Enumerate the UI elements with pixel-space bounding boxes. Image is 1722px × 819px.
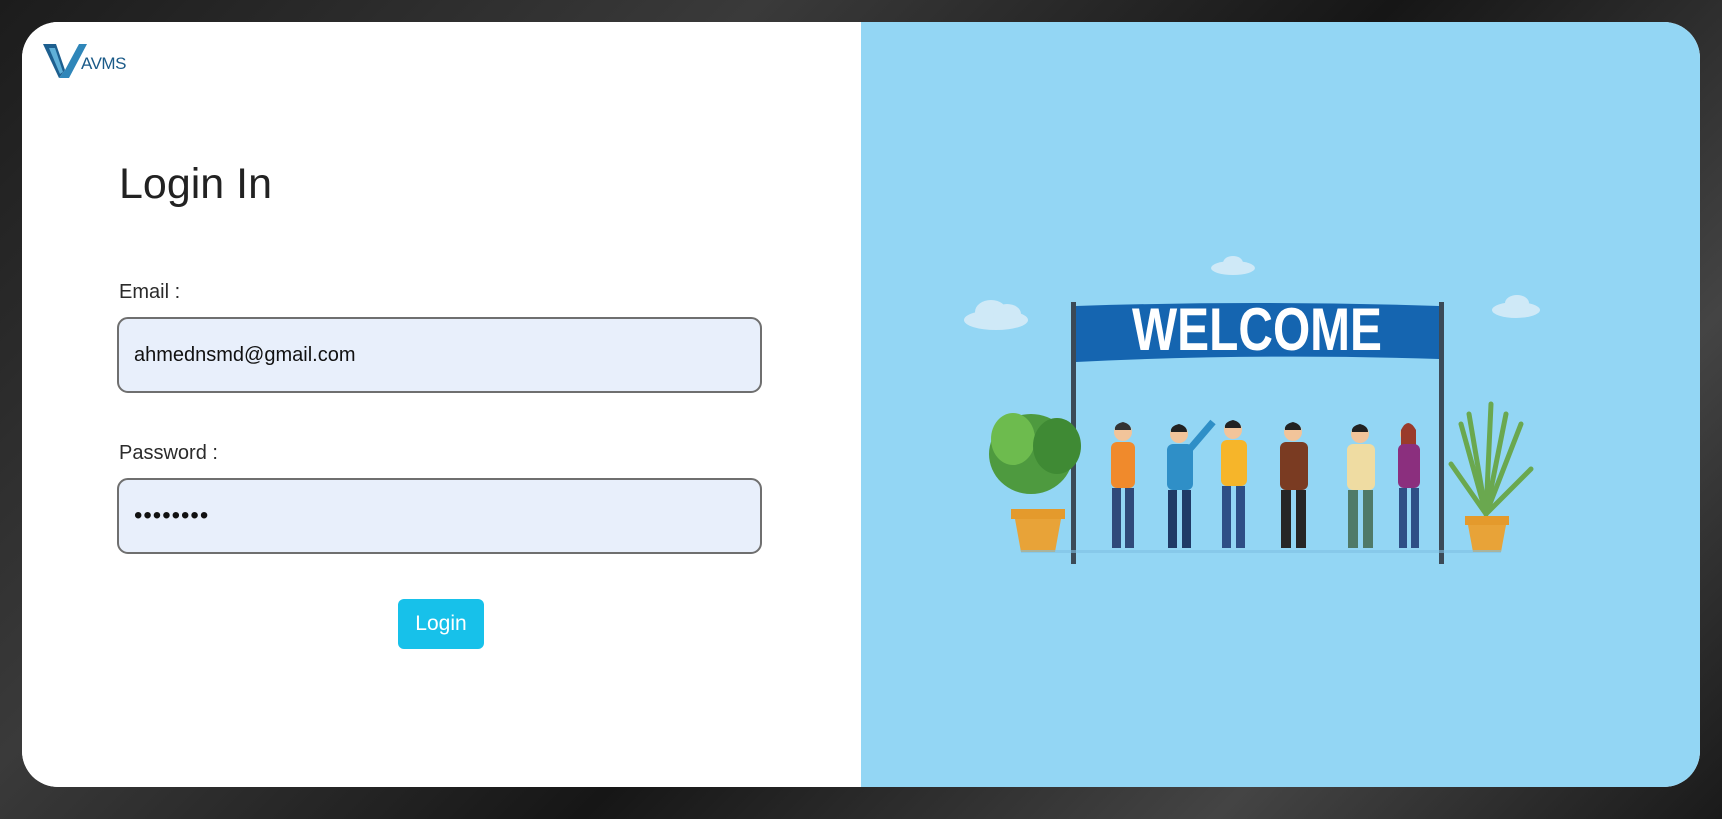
pot-right-icon — [1465, 516, 1509, 552]
person-beige-icon — [1347, 424, 1375, 548]
ground — [1021, 550, 1501, 553]
person-brown-icon — [1280, 422, 1308, 548]
login-button[interactable]: Login — [398, 599, 484, 649]
cloud-icon — [1492, 295, 1540, 318]
cloud-icon — [1211, 256, 1255, 275]
brand-logo: AVMS — [43, 42, 126, 80]
email-field[interactable] — [117, 317, 762, 393]
login-panel: AVMS Login In Email : Password : Login — [22, 22, 861, 787]
email-label: Email : — [119, 281, 181, 303]
welcome-panel: WELCOME — [861, 22, 1700, 787]
person-yellow-icon — [1221, 420, 1247, 548]
person-orange-icon — [1111, 422, 1135, 548]
banner-pole-right — [1439, 302, 1444, 564]
password-field[interactable] — [117, 478, 762, 554]
person-purple-icon — [1398, 423, 1420, 548]
cloud-icon — [964, 300, 1028, 330]
login-card: AVMS Login In Email : Password : Login — [22, 22, 1700, 787]
page-title: Login In — [119, 160, 273, 208]
plant-left-icon — [989, 413, 1081, 552]
logo-text: AVMS — [81, 54, 126, 73]
welcome-illustration: WELCOME — [964, 256, 1540, 564]
person-blue-icon — [1167, 419, 1216, 548]
banner-text: WELCOME — [1132, 296, 1382, 363]
password-label: Password : — [119, 442, 218, 464]
plant-right-icon — [1448, 401, 1534, 517]
